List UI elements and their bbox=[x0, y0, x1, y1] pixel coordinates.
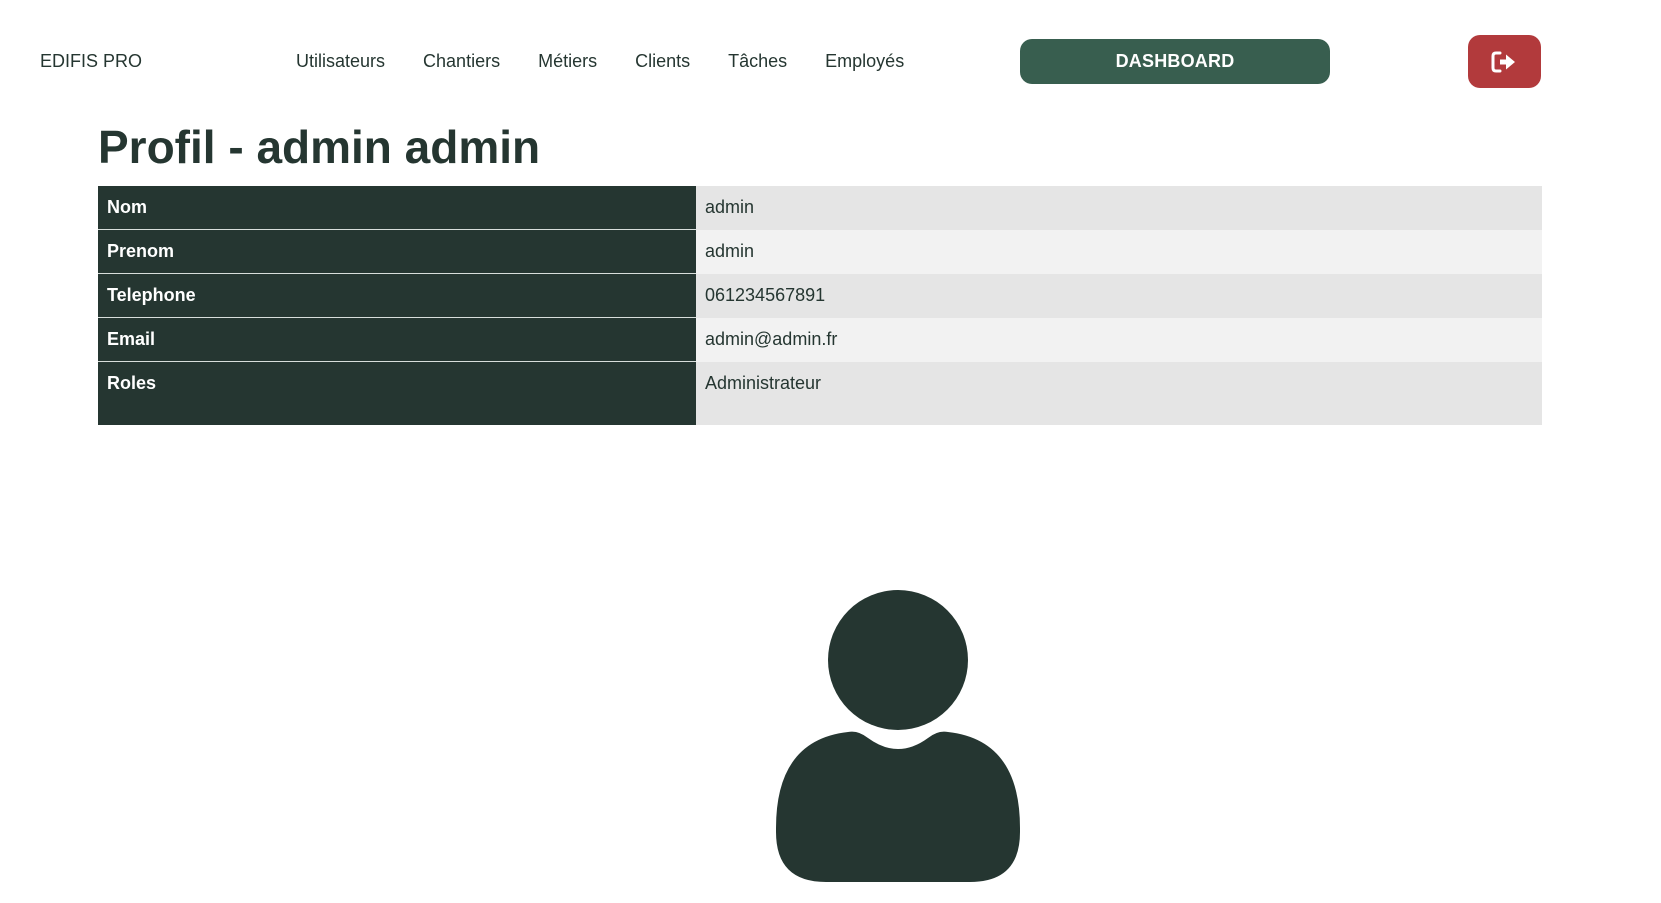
nav-links: Utilisateurs Chantiers Métiers Clients T… bbox=[296, 51, 942, 72]
nav-link-utilisateurs[interactable]: Utilisateurs bbox=[296, 51, 385, 72]
nav-link-employes[interactable]: Employés bbox=[825, 51, 904, 72]
table-row: Nom admin bbox=[98, 186, 1542, 230]
user-icon bbox=[776, 590, 1020, 882]
nav-link-chantiers[interactable]: Chantiers bbox=[423, 51, 500, 72]
profile-table: Nom admin Prenom admin Telephone 0612345… bbox=[98, 186, 1542, 425]
table-row: Prenom admin bbox=[98, 229, 1542, 274]
field-value-prenom: admin bbox=[696, 229, 1542, 274]
field-label-email: Email bbox=[98, 317, 696, 362]
nav-link-metiers[interactable]: Métiers bbox=[538, 51, 597, 72]
field-label-nom: Nom bbox=[98, 186, 696, 230]
table-row: Email admin@admin.fr bbox=[98, 317, 1542, 362]
table-row: Roles Administrateur bbox=[98, 361, 1542, 425]
field-label-telephone: Telephone bbox=[98, 273, 696, 318]
table-row: Telephone 061234567891 bbox=[98, 273, 1542, 318]
nav-link-taches[interactable]: Tâches bbox=[728, 51, 787, 72]
dashboard-button[interactable]: DASHBOARD bbox=[1020, 39, 1330, 84]
field-label-prenom: Prenom bbox=[98, 229, 696, 274]
field-value-telephone: 061234567891 bbox=[696, 273, 1542, 318]
logout-button[interactable] bbox=[1468, 35, 1541, 88]
field-label-roles: Roles bbox=[98, 361, 696, 425]
page-title: Profil - admin admin bbox=[98, 121, 541, 173]
brand-logo[interactable]: EDIFIS PRO bbox=[40, 51, 142, 72]
sign-out-icon bbox=[1491, 51, 1515, 72]
navbar: EDIFIS PRO Utilisateurs Chantiers Métier… bbox=[0, 0, 1661, 120]
field-value-nom: admin bbox=[696, 186, 1542, 230]
field-value-email: admin@admin.fr bbox=[696, 317, 1542, 362]
nav-link-clients[interactable]: Clients bbox=[635, 51, 690, 72]
field-value-roles: Administrateur bbox=[696, 361, 1542, 425]
